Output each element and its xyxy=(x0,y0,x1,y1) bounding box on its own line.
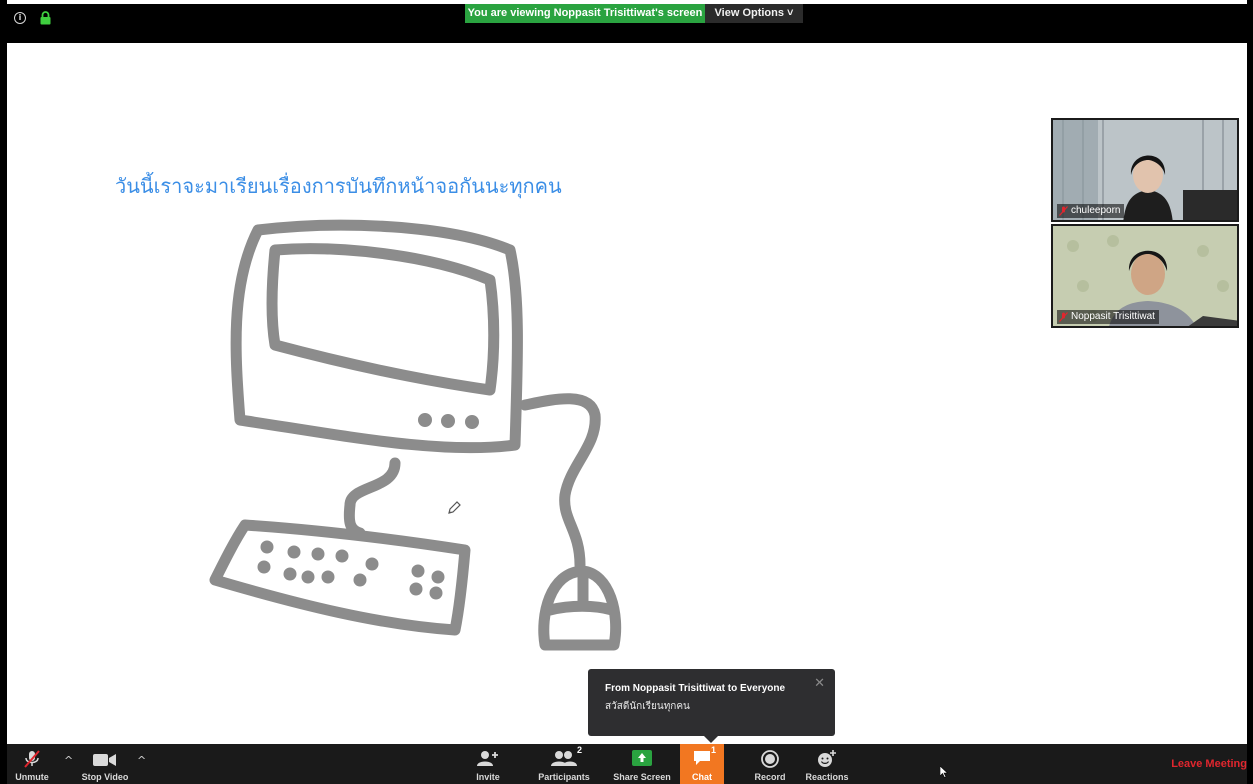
drawing-monitor-button xyxy=(465,415,479,429)
participants-icon xyxy=(551,751,577,766)
video-camera-icon xyxy=(93,754,116,766)
chat-label: Chat xyxy=(692,772,712,782)
participants-count-badge: 2 xyxy=(577,745,583,755)
drawing-monitor-button xyxy=(441,414,455,428)
record-button[interactable]: Record xyxy=(750,744,790,784)
participants-button[interactable]: 2 Participants xyxy=(531,744,597,784)
drawing-key xyxy=(283,567,297,581)
drawing-keyboard-outline xyxy=(209,519,471,636)
frame-left-edge xyxy=(0,0,7,784)
drawing-monitor-button xyxy=(418,413,432,427)
mouse-pointer-icon xyxy=(940,766,948,778)
meeting-toolbar: Unmute ^ Stop Video ^ Invite 2 Participa… xyxy=(7,744,1247,784)
chat-notification[interactable]: From Noppasit Trisittiwat to Everyone สว… xyxy=(588,669,835,743)
unmute-button[interactable]: Unmute xyxy=(11,744,53,784)
participant-name-label: Noppasit Trisittiwat xyxy=(1057,310,1159,324)
drawing-key xyxy=(411,564,425,578)
drawing-key xyxy=(260,540,274,554)
drawing-key xyxy=(365,557,379,571)
stop-video-button[interactable]: Stop Video xyxy=(77,744,133,784)
muted-mic-icon xyxy=(1059,206,1068,216)
reactions-button[interactable]: Reactions xyxy=(802,744,852,784)
drawing-key xyxy=(287,545,301,559)
stop-video-label: Stop Video xyxy=(81,772,129,782)
chat-bubble-icon xyxy=(694,751,710,765)
invite-button[interactable]: Invite xyxy=(465,744,511,784)
top-bar: i You are viewing Noppasit Trisittiwat's… xyxy=(7,4,1247,43)
participant-video-tile[interactable]: Noppasit Trisittiwat xyxy=(1051,224,1239,328)
drawing-key xyxy=(429,586,443,600)
reactions-smiley-icon xyxy=(818,750,836,767)
lock-icon[interactable] xyxy=(40,11,51,25)
share-screen-button[interactable]: Share Screen xyxy=(609,744,675,784)
chat-button[interactable]: 1 Chat xyxy=(680,744,724,784)
muted-mic-icon xyxy=(1059,312,1068,322)
frame-right-edge xyxy=(1247,0,1253,784)
drawing-key xyxy=(257,560,271,574)
share-screen-label: Share Screen xyxy=(613,772,671,782)
drawing-key xyxy=(321,570,335,584)
unmute-label: Unmute xyxy=(15,772,49,782)
drawing-key xyxy=(311,547,325,561)
drawing-key xyxy=(353,573,367,587)
whiteboard-title: วันนี้เราจะมาเรียนเรื่องการบันทึกหน้าจอก… xyxy=(115,174,562,198)
record-icon xyxy=(761,750,779,768)
close-icon[interactable]: ✕ xyxy=(814,675,825,691)
chat-notification-message: สวัสดีนักเรียนทุกคน xyxy=(605,701,690,712)
viewing-screen-banner: You are viewing Noppasit Trisittiwat's s… xyxy=(465,4,705,23)
drawing-key xyxy=(335,549,349,563)
drawing-key xyxy=(301,570,315,584)
participant-name-text: Noppasit Trisittiwat xyxy=(1071,311,1155,322)
drawing-key xyxy=(409,582,423,596)
share-screen-icon xyxy=(632,750,652,766)
drawing-screen-outline xyxy=(266,243,500,396)
view-options-button[interactable]: View Options ˅ xyxy=(705,4,803,23)
computer-drawing xyxy=(209,219,622,651)
video-options-caret[interactable]: ^ xyxy=(137,754,146,767)
chat-notification-sender: From Noppasit Trisittiwat to Everyone xyxy=(605,683,786,694)
leave-meeting-button[interactable]: Leave Meeting xyxy=(1171,758,1247,770)
muted-microphone-icon xyxy=(24,750,40,768)
add-user-icon xyxy=(477,751,498,766)
participants-label: Participants xyxy=(538,772,590,782)
participant-name-text: chuleeporn xyxy=(1071,205,1121,216)
drawing-mouse-cable xyxy=(519,393,601,571)
pen-cursor-icon xyxy=(448,501,461,514)
invite-label: Invite xyxy=(476,772,500,782)
participant-video-tile[interactable]: chuleeporn xyxy=(1051,118,1239,222)
info-icon[interactable]: i xyxy=(14,12,26,24)
drawing-keyboard-cable xyxy=(343,457,401,539)
participant-name-label: chuleeporn xyxy=(1057,204,1125,218)
chat-unread-badge: 1 xyxy=(711,745,717,755)
reactions-label: Reactions xyxy=(805,772,849,782)
record-label: Record xyxy=(754,772,786,782)
audio-options-caret[interactable]: ^ xyxy=(64,754,73,767)
drawing-key xyxy=(431,570,445,584)
